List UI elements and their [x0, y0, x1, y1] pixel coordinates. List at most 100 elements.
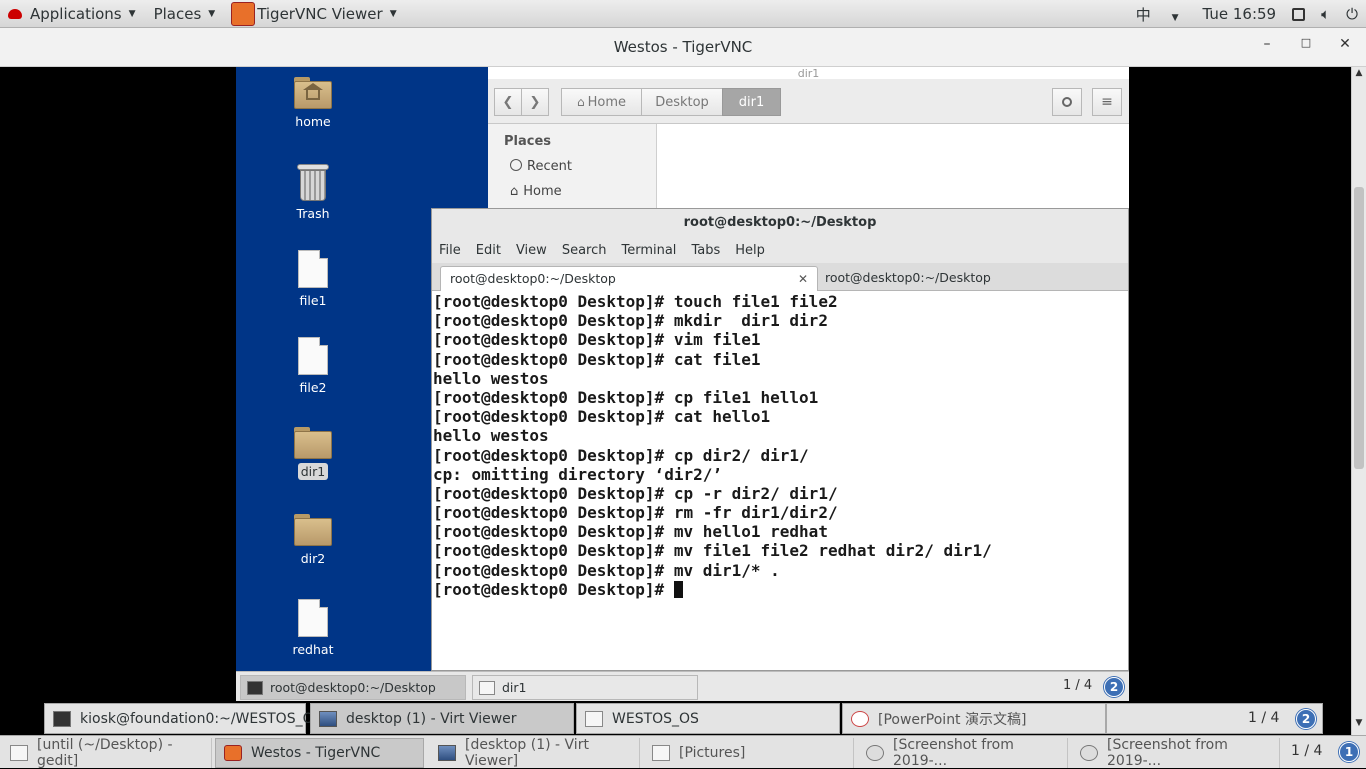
host-task-virt-viewer-2[interactable]: [desktop (1) - Virt Viewer]	[430, 737, 640, 769]
menu-tabs[interactable]: Tabs	[691, 243, 720, 258]
workspace-pager[interactable]: 1 / 4	[1063, 678, 1092, 693]
remote-taskbar: root@desktop0:~/Desktop dir1 1 / 4 2	[236, 671, 1129, 701]
close-button[interactable]: ✕	[1333, 36, 1357, 58]
search-icon	[1062, 97, 1072, 107]
desktop-icon-label: file2	[299, 380, 327, 395]
chevron-right-icon: ❯	[529, 94, 541, 110]
hamburger-icon: ≡	[1101, 94, 1113, 110]
trash-icon	[297, 161, 329, 201]
task-label: [Screenshot from 2019-...	[893, 737, 1014, 769]
menu-help[interactable]: Help	[735, 243, 765, 258]
desktop-icon-dir1[interactable]: dir1	[263, 427, 363, 480]
desktop-icon-dir2[interactable]: dir2	[263, 514, 363, 567]
vnc-window-titlebar: Westos - TigerVNC – □ ✕	[0, 28, 1366, 67]
path-desktop-button[interactable]: Desktop	[641, 88, 723, 116]
sidebar-item-recent[interactable]: Recent	[510, 159, 572, 174]
terminal-line: cp: omitting directory ‘dir2/’	[433, 464, 722, 484]
window-title: Westos - TigerVNC	[613, 38, 753, 56]
terminal-line: [root@desktop0 Desktop]# cat file1	[433, 349, 761, 369]
desktop-icon-file2[interactable]: file2	[263, 337, 363, 396]
image-viewer-icon	[1080, 745, 1098, 761]
task-label: kiosk@foundation0:~/WESTOS_O...	[80, 710, 327, 727]
host-taskbar-row1: kiosk@foundation0:~/WESTOS_O... desktop …	[0, 701, 1351, 735]
desktop-icon-home[interactable]: home	[263, 77, 363, 130]
terminal-line: hello westos	[433, 368, 549, 388]
text-editor-icon	[10, 745, 28, 761]
chevron-down-icon: ▼	[389, 8, 397, 19]
task-label: dir1	[502, 679, 527, 695]
vertical-scrollbar[interactable]: ▲ ▼	[1351, 67, 1366, 735]
chevron-down-icon: ▼	[128, 8, 136, 19]
host-task-gedit[interactable]: [until (~/Desktop) - gedit]	[2, 737, 212, 769]
sidebar-item-label: Recent	[527, 159, 572, 174]
desktop-icon-redhat[interactable]: redhat	[263, 599, 363, 658]
host-task-westos-os[interactable]: WESTOS_OS	[576, 703, 840, 734]
menu-edit[interactable]: Edit	[476, 243, 501, 258]
presentation-icon	[851, 710, 869, 727]
sidebar-item-home[interactable]: ⌂ Home	[510, 184, 562, 199]
scrollbar-thumb[interactable]	[1354, 187, 1364, 469]
host-task-screenshot-1[interactable]: [Screenshot from 2019-...	[858, 737, 1068, 769]
host-task-screenshot-2[interactable]: [Screenshot from 2019-...	[1072, 737, 1280, 769]
path-dir1-button[interactable]: dir1	[722, 88, 781, 116]
scroll-down-icon[interactable]: ▼	[1352, 718, 1366, 728]
task-label: desktop (1) - Virt Viewer	[346, 710, 517, 727]
volume-icon[interactable]: 🔈︎	[1321, 5, 1330, 23]
menu-button[interactable]: ≡	[1092, 88, 1122, 116]
task-label: Westos - TigerVNC	[251, 745, 381, 761]
file-manager-icon	[479, 680, 495, 695]
back-button[interactable]: ❮	[494, 88, 522, 116]
terminal-line: [root@desktop0 Desktop]# mv dir1/* .	[433, 560, 780, 580]
close-tab-icon[interactable]: ✕	[798, 267, 808, 291]
terminal-tab-1[interactable]: root@desktop0:~/Desktop ✕	[440, 266, 818, 291]
screen-icon[interactable]	[1292, 7, 1306, 21]
file-icon	[298, 250, 328, 288]
terminal-icon	[247, 680, 263, 695]
applications-menu[interactable]: Applications ▼	[0, 0, 144, 28]
places-menu[interactable]: Places ▼	[144, 0, 224, 28]
minimize-button[interactable]: –	[1255, 36, 1279, 58]
menu-search[interactable]: Search	[562, 243, 607, 258]
tab-label: root@desktop0:~/Desktop	[450, 271, 616, 286]
file-manager-toolbar: ❮ ❯ ⌂ Home Desktop dir1 ≡	[488, 79, 1129, 124]
host-task-terminal[interactable]: kiosk@foundation0:~/WESTOS_O...	[44, 703, 326, 734]
menu-file[interactable]: File	[439, 243, 461, 258]
task-label: [desktop (1) - Virt Viewer]	[465, 737, 589, 769]
remote-task-dir1[interactable]: dir1	[472, 675, 698, 700]
desktop-icon-label: redhat	[292, 642, 334, 657]
task-label: [Screenshot from 2019-...	[1107, 737, 1228, 769]
menu-view[interactable]: View	[516, 243, 547, 258]
input-method-label: 中	[1135, 5, 1151, 24]
tigervnc-icon	[231, 1, 256, 26]
terminal-tab-2[interactable]: root@desktop0:~/Desktop	[816, 266, 1128, 291]
path-home-button[interactable]: ⌂ Home	[561, 88, 642, 116]
task-label: [until (~/Desktop) - gedit]	[37, 737, 173, 769]
forward-button[interactable]: ❯	[521, 88, 549, 116]
desktop-icon-trash[interactable]: Trash	[263, 161, 363, 222]
host-task-tigervnc[interactable]: Westos - TigerVNC	[215, 738, 424, 768]
host-task-powerpoint[interactable]: [PowerPoint 演示文稿]	[842, 703, 1106, 734]
task-label: [Pictures]	[679, 745, 746, 761]
clock[interactable]: Tue 16:59	[1202, 5, 1276, 23]
desktop-icon-file1[interactable]: file1	[263, 250, 363, 309]
host-task-pictures[interactable]: [Pictures]	[644, 738, 854, 768]
scroll-up-icon[interactable]: ▲	[1352, 68, 1366, 78]
search-button[interactable]	[1052, 88, 1082, 116]
menu-terminal[interactable]: Terminal	[621, 243, 676, 258]
input-method-indicator[interactable]: 中 ▼	[1128, 4, 1187, 25]
maximize-button[interactable]: □	[1294, 36, 1318, 58]
host-task-virt-viewer[interactable]: desktop (1) - Virt Viewer	[310, 703, 574, 734]
terminal-line: [root@desktop0 Desktop]# mv hello1 redha…	[433, 522, 828, 542]
workspace-badge[interactable]: 2	[1104, 677, 1124, 697]
terminal-output[interactable]: [root@desktop0 Desktop]# touch file1 fil…	[433, 291, 1127, 670]
power-icon[interactable]: ⏻	[1346, 5, 1358, 23]
workspace-badge[interactable]: 1	[1339, 742, 1359, 762]
workspace-pager[interactable]: 1 / 4	[1291, 743, 1322, 759]
workspace-badge[interactable]: 2	[1296, 709, 1316, 729]
folder-icon	[294, 514, 332, 546]
remote-task-terminal[interactable]: root@desktop0:~/Desktop	[240, 675, 466, 700]
workspace-pager[interactable]: 1 / 4	[1248, 710, 1279, 726]
active-app-menu[interactable]: TigerVNC Viewer ▼	[223, 0, 404, 28]
terminal-line: [root@desktop0 Desktop]# mv file1 file2 …	[433, 541, 992, 561]
terminal-line: [root@desktop0 Desktop]# rm -fr dir1/dir…	[433, 503, 838, 523]
